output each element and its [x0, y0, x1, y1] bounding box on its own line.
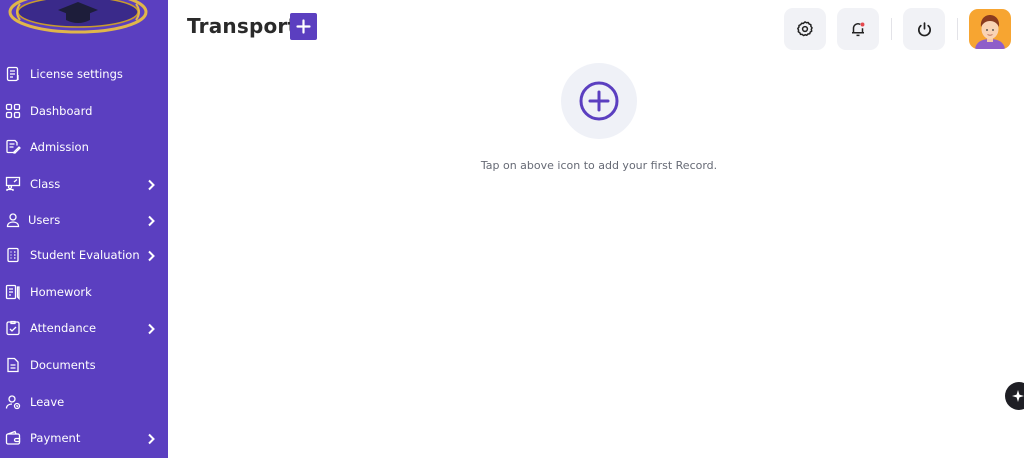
sidebar-item-label: Student Evaluation [30, 248, 140, 262]
sidebar-item-label: Admission [30, 140, 89, 154]
header-divider [891, 18, 892, 40]
sidebar-item-attendance[interactable]: Attendance [0, 314, 168, 344]
sparkle-icon [1012, 390, 1024, 402]
sidebar-item-label: Users [28, 213, 61, 227]
assistant-button[interactable] [1005, 382, 1024, 410]
sidebar: License settings Dashboard Admission Cla… [0, 0, 168, 458]
sidebar-item-documents[interactable]: Documents [0, 351, 168, 381]
documents-icon [7, 357, 19, 373]
evaluation-icon [7, 247, 19, 263]
add-first-record-button[interactable] [561, 63, 637, 139]
power-icon [917, 21, 931, 36]
chevron-right-icon [148, 215, 155, 227]
empty-state-message: Tap on above icon to add your first Reco… [480, 159, 718, 172]
school-logo[interactable] [6, 0, 150, 40]
sidebar-item-leave[interactable]: Leave [0, 388, 168, 418]
sidebar-item-student-evaluation[interactable]: Student Evaluation [0, 241, 168, 271]
leave-icon [5, 395, 21, 410]
sidebar-item-label: Class [30, 177, 61, 191]
settings-button[interactable] [784, 8, 826, 50]
avatar[interactable] [969, 9, 1011, 49]
wallet-icon [5, 430, 21, 445]
chevron-right-icon [148, 433, 155, 445]
sidebar-item-label: Homework [30, 285, 92, 299]
add-record-button[interactable] [290, 13, 317, 40]
sidebar-item-label: Dashboard [30, 104, 93, 118]
plus-circle-icon [579, 81, 619, 121]
logout-button[interactable] [903, 8, 945, 50]
sidebar-item-label: License settings [30, 67, 123, 81]
sidebar-item-label: Documents [30, 358, 96, 372]
header-divider [957, 18, 958, 40]
sidebar-item-payment[interactable]: Payment [0, 424, 168, 454]
chevron-right-icon [148, 179, 155, 191]
page-title: Transport [187, 14, 298, 38]
license-icon [6, 66, 19, 82]
sidebar-item-license-settings[interactable]: License settings [0, 60, 168, 90]
bell-icon [852, 22, 865, 37]
notifications-button[interactable] [837, 8, 879, 50]
sidebar-item-label: Attendance [30, 321, 97, 335]
sidebar-item-homework[interactable]: Homework [0, 278, 168, 308]
attendance-icon [6, 320, 20, 336]
sidebar-item-users[interactable]: Users [0, 206, 168, 236]
chevron-right-icon [148, 323, 155, 335]
gear-icon [797, 21, 813, 37]
sidebar-item-label: Leave [30, 395, 65, 409]
homework-icon [5, 284, 20, 300]
chevron-right-icon [148, 250, 155, 262]
user-avatar-icon [975, 15, 1005, 49]
sidebar-item-admission[interactable]: Admission [0, 133, 168, 163]
sidebar-item-dashboard[interactable]: Dashboard [0, 97, 168, 127]
admission-icon [6, 139, 21, 154]
class-icon [5, 176, 21, 191]
sidebar-item-class[interactable]: Class [0, 170, 168, 200]
plus-icon [296, 19, 311, 34]
user-icon [6, 213, 20, 228]
dashboard-grid-icon [5, 103, 21, 119]
sidebar-item-label: Payment [30, 431, 81, 445]
